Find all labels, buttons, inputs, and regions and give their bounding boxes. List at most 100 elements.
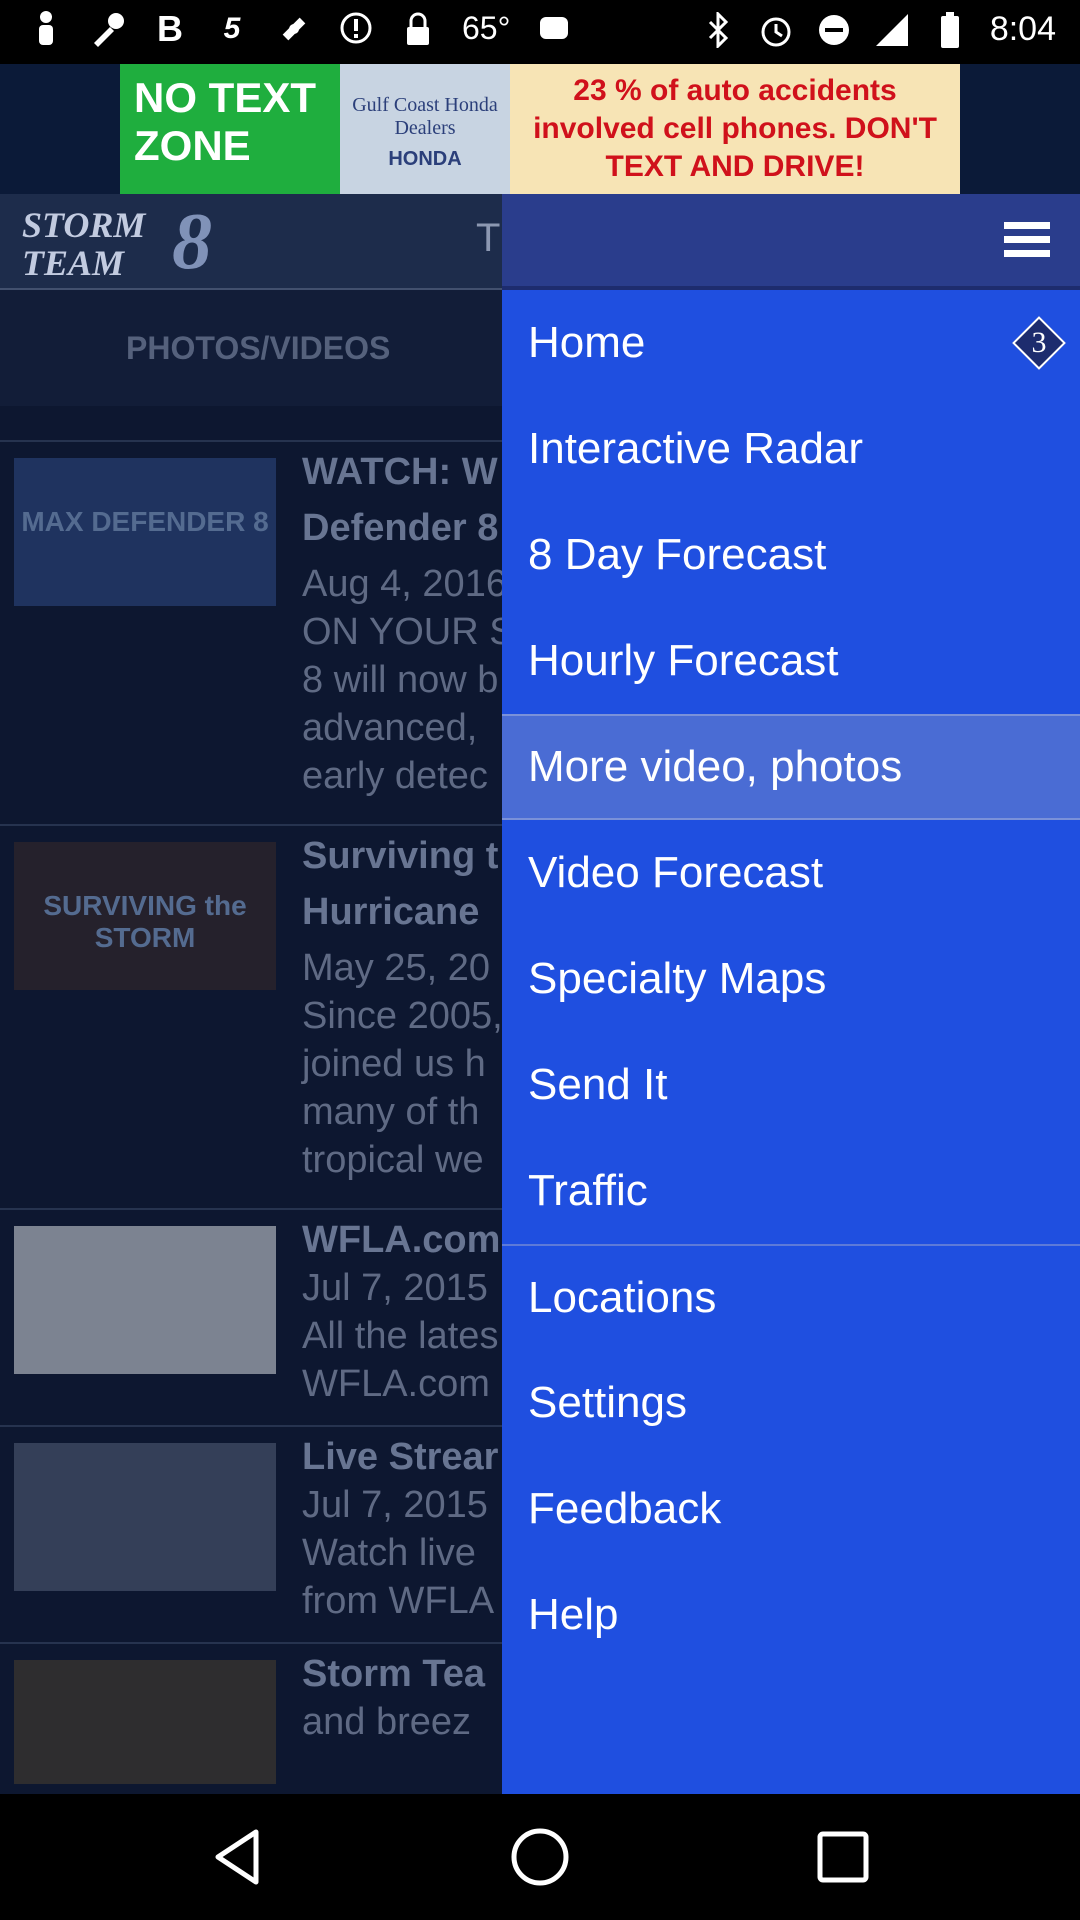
feed-thumbnail: MAX DEFENDER 8	[14, 458, 276, 606]
ad-middle-text: Gulf Coast Honda Dealers	[352, 94, 498, 139]
feed-line: ON YOUR S	[302, 611, 515, 653]
feed-line: May 25, 20	[302, 947, 490, 989]
ad-message: 23 % of auto accidents involved cell pho…	[510, 64, 960, 194]
feed-line: Since 2005,	[302, 995, 503, 1037]
menu-item-hourly-forecast[interactable]: Hourly Forecast	[502, 608, 1080, 714]
menu-item-traffic[interactable]: Traffic	[502, 1138, 1080, 1244]
menu-item-help[interactable]: Help	[502, 1562, 1080, 1668]
lock-icon	[400, 11, 436, 47]
feed-line: joined us h	[302, 1043, 486, 1085]
menu-item-video-forecast[interactable]: Video Forecast	[502, 820, 1080, 926]
menu-item-label: More video, photos	[528, 742, 903, 791]
menu-item-label: Specialty Maps	[528, 954, 827, 1003]
feed-title: WATCH: W	[302, 451, 498, 493]
feed-thumbnail	[14, 1226, 276, 1374]
menu-item-label: Hourly Forecast	[528, 636, 839, 685]
notification-badge: 3	[1012, 316, 1066, 370]
feed-line: WFLA.com	[302, 1363, 490, 1405]
signal-icon	[874, 12, 910, 48]
menu-item-home[interactable]: Home 3	[502, 290, 1080, 396]
header-title-partial: T	[476, 216, 501, 260]
menu-item-label: Settings	[528, 1378, 687, 1427]
feed-line: tropical we	[302, 1139, 484, 1181]
sprint-icon: 5	[223, 11, 241, 45]
feed-text: WFLA.com Jul 7, 2015 All the lates WFLA.com	[302, 1216, 500, 1408]
menu-item-label: Help	[528, 1590, 619, 1639]
menu-item-specialty-maps[interactable]: Specialty Maps	[502, 926, 1080, 1032]
feed-line: Aug 4, 2016	[302, 563, 507, 605]
menu-item-interactive-radar[interactable]: Interactive Radar	[502, 396, 1080, 502]
feed-thumbnail	[14, 1660, 276, 1784]
feed-thumbnail	[14, 1443, 276, 1591]
bold-b-icon: B	[157, 7, 183, 49]
status-bar: B 5 65° 8:04	[0, 0, 1080, 64]
temperature: 65°	[462, 10, 511, 46]
menu-item-label: Locations	[528, 1273, 717, 1322]
back-icon[interactable]	[204, 1824, 270, 1890]
feed-text: WATCH: W Defender 8 Aug 4, 2016 ON YOUR S 8 …	[302, 448, 515, 800]
logo-text: STORM TEAM	[22, 205, 146, 283]
menu-item-settings[interactable]: Settings	[502, 1350, 1080, 1456]
menu-list: Home 3 Interactive Radar 8 Day Forecast …	[502, 290, 1080, 1668]
hamburger-menu-icon[interactable]	[1004, 222, 1050, 260]
menu-item-label: Interactive Radar	[528, 424, 864, 473]
android-icon	[536, 11, 572, 47]
feed-text: Live Strear Jul 7, 2015 Watch live from WFL…	[302, 1433, 498, 1625]
feed-line: many of th	[302, 1091, 480, 1133]
feed-text: Storm Tea and breez	[302, 1650, 485, 1746]
thumbnail-label: MAX DEFENDER 8	[21, 506, 269, 537]
menu-item-locations[interactable]: Locations	[502, 1244, 1080, 1350]
menu-item-label: Video Forecast	[528, 848, 824, 897]
feed-line: early detec	[302, 755, 488, 797]
person-icon	[28, 10, 64, 47]
menu-item-label: Feedback	[528, 1484, 722, 1533]
badge-count: 3	[1031, 326, 1047, 359]
menu-item-more-video-photos[interactable]: More video, photos	[502, 714, 1080, 820]
feed-line: from WFLA	[302, 1580, 495, 1622]
ad-brand: HONDA	[388, 148, 462, 170]
feed-line: Jul 7, 2015	[302, 1267, 488, 1309]
menu-item-label: 8 Day Forecast	[528, 530, 827, 579]
menu-item-send-it[interactable]: Send It	[502, 1032, 1080, 1138]
thumbnail-label: SURVIVING the STORM	[43, 890, 247, 953]
menu-header	[502, 194, 1080, 290]
alert-icon	[338, 11, 374, 47]
battery-icon	[932, 11, 968, 48]
do-not-disturb-icon	[816, 12, 852, 48]
feed-title: Surviving t	[302, 835, 499, 877]
menu-item-label: Home	[528, 318, 646, 367]
storm-team-logo: STORM TEAM 8	[22, 200, 242, 284]
feed-thumbnail: SURVIVING the STORM	[14, 842, 276, 990]
feed-line: All the lates	[302, 1315, 499, 1357]
system-nav-bar	[0, 1794, 1080, 1920]
recents-icon[interactable]	[810, 1824, 876, 1890]
feed-line: Defender 8	[302, 507, 499, 549]
navigation-drawer: Home 3 Interactive Radar 8 Day Forecast …	[502, 194, 1080, 1794]
feed-title: Storm Tea	[302, 1653, 486, 1695]
ad-banner[interactable]: NO TEXT ZONE Gulf Coast Honda Dealers HO…	[120, 64, 960, 194]
tab-photos-videos[interactable]: PHOTOS/VIDEOS	[126, 330, 390, 367]
alarm-icon	[758, 12, 794, 48]
wrench-icon	[90, 11, 126, 47]
feed-line: Jul 7, 2015	[302, 1484, 488, 1526]
menu-item-label: Traffic	[528, 1166, 648, 1215]
ad-banner-area: NO TEXT ZONE Gulf Coast Honda Dealers HO…	[0, 64, 1080, 194]
status-right-icons: 8:04	[700, 9, 1056, 50]
status-left-icons: B 5 65°	[28, 10, 572, 47]
menu-item-feedback[interactable]: Feedback	[502, 1456, 1080, 1562]
bluetooth-icon	[700, 9, 736, 50]
menu-item-label: Send It	[528, 1060, 668, 1109]
feed-line: Hurricane	[302, 891, 480, 933]
feed-line: and breez	[302, 1701, 472, 1743]
satellite-icon	[276, 11, 312, 47]
ad-dealer: Gulf Coast Honda Dealers HONDA	[340, 64, 510, 194]
ad-no-text-zone: NO TEXT ZONE	[120, 64, 340, 194]
ad-left-text: NO TEXT ZONE	[134, 74, 317, 169]
home-icon[interactable]	[507, 1824, 573, 1890]
menu-item-8-day-forecast[interactable]: 8 Day Forecast	[502, 502, 1080, 608]
clock-time: 8:04	[989, 10, 1056, 48]
feed-text: Surviving t Hurricane May 25, 20 Since 2005…	[302, 832, 503, 1184]
logo-number: 8	[172, 198, 212, 286]
feed-title: WFLA.com	[302, 1219, 501, 1261]
feed-line: Watch live	[302, 1532, 476, 1574]
